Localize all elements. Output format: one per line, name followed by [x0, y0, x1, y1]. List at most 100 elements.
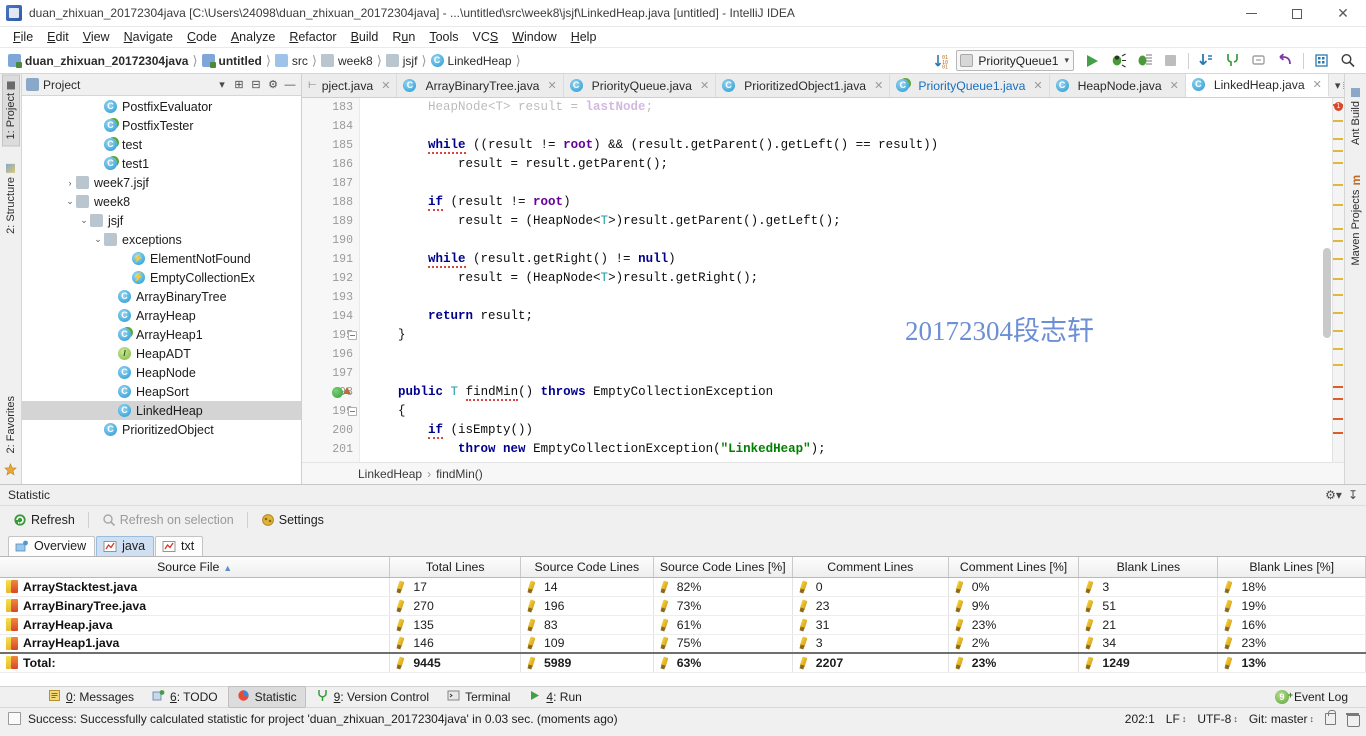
tree-node[interactable]: C ArrayHeap [22, 306, 301, 325]
tree-node[interactable]: C ArrayHeap1 [22, 325, 301, 344]
table-column-header[interactable]: Total Lines [389, 557, 521, 578]
breakpoint-marker[interactable] [332, 387, 343, 398]
lock-icon[interactable] [1325, 709, 1336, 725]
code-line[interactable] [368, 231, 1344, 250]
tree-twisty-icon[interactable]: ⌄ [92, 234, 104, 245]
code-line[interactable]: result = (HeapNode<T>)result.getRight(); [368, 269, 1344, 288]
close-icon[interactable]: ✕ [547, 79, 556, 92]
rail-tab-favorites[interactable]: 2: Favorites [3, 390, 19, 459]
tool-window-button[interactable]: 0: Messages [40, 687, 142, 707]
table-column-header[interactable]: Comment Lines [792, 557, 949, 578]
line-separator-widget[interactable]: LF ↕ [1166, 712, 1187, 726]
breadcrumb-module[interactable]: untitled [199, 54, 265, 68]
menu-tools[interactable]: Tools [422, 29, 465, 45]
close-icon[interactable]: ✕ [874, 79, 883, 92]
table-column-header[interactable]: Blank Lines [%] [1217, 557, 1366, 578]
code-line[interactable]: while (result.getRight() != null) [368, 250, 1344, 269]
code-line[interactable] [368, 345, 1344, 364]
sort-numeric-icon[interactable]: 01 10 01 [930, 50, 954, 72]
close-icon[interactable]: ✕ [1170, 79, 1179, 92]
menu-file[interactable]: File [6, 29, 40, 45]
menu-navigate[interactable]: Navigate [117, 29, 180, 45]
rollback-button[interactable] [1273, 50, 1297, 72]
gear-icon[interactable]: ⚙▾ [1325, 488, 1342, 502]
tree-twisty-icon[interactable]: ⌄ [64, 196, 76, 207]
menu-code[interactable]: Code [180, 29, 224, 45]
editor-tab[interactable]: C PrioritizedObject1.java ✕ [716, 74, 891, 97]
code-fold-marker[interactable] [348, 331, 357, 340]
search-everywhere-icon[interactable] [1336, 50, 1360, 72]
tree-node[interactable]: ⌄ week8 [22, 192, 301, 211]
close-icon[interactable]: ✕ [1313, 78, 1322, 91]
hide-panel-icon[interactable]: — [282, 77, 298, 93]
table-row[interactable]: ArrayBinaryTree.java 270 196 73% 23 9% 51 19% [0, 596, 1366, 616]
code-line[interactable]: HeapNode<T> result = lastNode; [368, 98, 1344, 117]
editor-tab-overflow[interactable]: ▾≣4 [1329, 74, 1344, 97]
editor-vertical-scrollbar[interactable] [1322, 98, 1332, 462]
rail-tab-maven-projects[interactable]: Maven Projects m [1347, 169, 1365, 271]
tree-node[interactable]: C HeapSort [22, 382, 301, 401]
code-line[interactable] [368, 174, 1344, 193]
error-count-badge[interactable]: 1 [1334, 102, 1343, 111]
menu-view[interactable]: View [76, 29, 117, 45]
status-message-area[interactable]: Success: Successfully calculated statist… [8, 712, 618, 726]
breadcrumb-project[interactable]: duan_zhixuan_20172304java [5, 54, 191, 68]
chevron-down-icon[interactable]: ▾ [214, 77, 230, 93]
table-row[interactable]: ArrayHeap1.java 146 109 75% 3 2% 34 23% [0, 634, 1366, 654]
breadcrumb-linkedheap[interactable]: C LinkedHeap [428, 54, 515, 68]
encoding-widget[interactable]: UTF-8 ↕ [1197, 712, 1238, 726]
minimize-button[interactable] [1228, 0, 1274, 27]
editor-tab[interactable]: C PriorityQueue1.java ✕ [890, 74, 1050, 97]
code-line[interactable]: result = (HeapNode<T>)result.getParent()… [368, 212, 1344, 231]
refresh-button[interactable]: Refresh [8, 511, 80, 529]
menu-help[interactable]: Help [564, 29, 604, 45]
code-line[interactable]: return result; [368, 307, 1344, 326]
table-row[interactable]: ArrayStacktest.java 17 14 82% 0 0% 3 18% [0, 577, 1366, 597]
trash-icon[interactable] [1346, 712, 1360, 727]
code-line[interactable]: if (result != root) [368, 193, 1344, 212]
close-icon[interactable]: ✕ [700, 79, 709, 92]
tree-node[interactable]: Ctest1 [22, 154, 301, 173]
run-method-marker[interactable] [343, 387, 351, 394]
breadcrumb-class[interactable]: LinkedHeap [358, 467, 422, 481]
tree-node[interactable]: ⌄ exceptions [22, 230, 301, 249]
statistic-table-wrapper[interactable]: Source File ▲ Total Lines Source Code Lines… [0, 556, 1366, 686]
tree-node[interactable]: C LinkedHeap [22, 401, 301, 420]
menu-build[interactable]: Build [344, 29, 386, 45]
tree-node[interactable]: C HeapNode [22, 363, 301, 382]
table-row[interactable]: ArrayHeap.java 135 83 61% 31 23% 21 16% [0, 615, 1366, 635]
tree-node[interactable]: C PostfixEvaluator [22, 97, 301, 116]
editor-gutter[interactable]: 183 184 185 186 187 188 189 190 191 192 193 194 195 1… [302, 98, 360, 462]
code-line[interactable] [368, 117, 1344, 136]
code-line[interactable]: public T findMin() throws EmptyCollectio… [368, 383, 1344, 402]
table-column-header[interactable]: Blank Lines [1078, 557, 1219, 578]
commit-button[interactable] [1221, 50, 1245, 72]
menu-analyze[interactable]: Analyze [224, 29, 282, 45]
caret-position[interactable]: 202:1 [1125, 712, 1155, 726]
editor-tab[interactable]: ⊢ pject.java ✕ [302, 74, 398, 97]
close-icon[interactable]: ✕ [381, 79, 390, 92]
menu-refactor[interactable]: Refactor [282, 29, 343, 45]
table-column-header[interactable]: Source File ▲ [0, 557, 391, 578]
code-line[interactable]: while ((result != root) && (result.getPa… [368, 136, 1344, 155]
rail-tab-project[interactable]: 1: Project [1, 74, 20, 147]
gear-icon[interactable]: ⚙ [265, 77, 281, 93]
table-column-header[interactable]: Comment Lines [%] [948, 557, 1080, 578]
code-line[interactable] [368, 364, 1344, 383]
settings-button[interactable]: Settings [256, 511, 329, 529]
run-button[interactable] [1080, 50, 1104, 72]
tool-window-button[interactable]: Statistic [227, 686, 306, 708]
editor-tab-bar[interactable]: ⊢ pject.java ✕ C ArrayBinaryTree.java ✕ C Prior… [302, 74, 1344, 98]
collapse-all-icon[interactable]: ⊟ [248, 77, 264, 93]
tab-java[interactable]: java [96, 536, 155, 556]
run-with-coverage-button[interactable] [1132, 50, 1156, 72]
project-tree[interactable]: C PostfixEvaluator C PostfixTester Ctest Ctes… [22, 96, 301, 484]
code-line[interactable]: throw new EmptyCollectionException("Link… [368, 440, 1344, 459]
tree-node[interactable]: ⚡ ElementNotFound [22, 249, 301, 268]
tree-twisty-icon[interactable]: › [64, 178, 76, 188]
table-column-header[interactable]: Source Code Lines [520, 557, 654, 578]
table-column-header[interactable]: Source Code Lines [%] [653, 557, 793, 578]
debug-button[interactable] [1106, 50, 1130, 72]
update-project-button[interactable] [1195, 50, 1219, 72]
editor-tab[interactable]: C PriorityQueue.java ✕ [563, 74, 717, 97]
